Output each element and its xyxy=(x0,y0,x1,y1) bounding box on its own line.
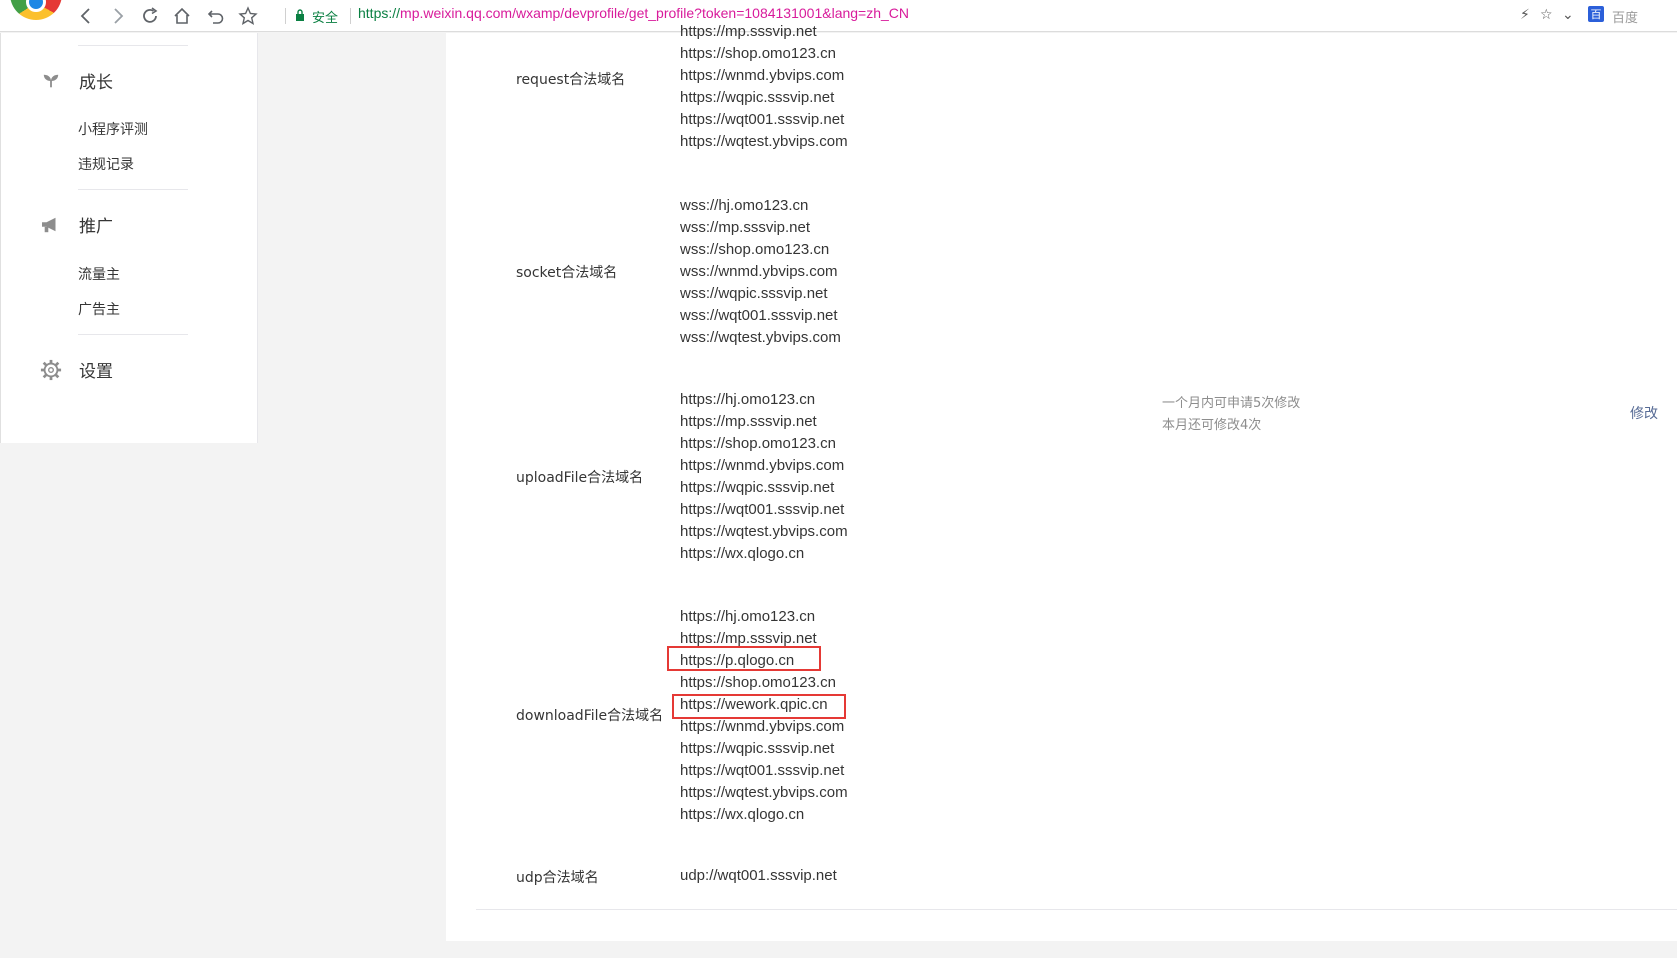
domain-item: udp://wqt001.sssvip.net xyxy=(680,867,837,884)
domain-item: https://wqpic.sssvip.net xyxy=(680,479,835,496)
domain-item: https://wx.qlogo.cn xyxy=(680,545,805,562)
sidebar-divider xyxy=(78,45,188,46)
url-separator xyxy=(350,8,351,24)
domain-item: https://mp.sssvip.net xyxy=(680,413,817,430)
sidebar-section-label: 成长 xyxy=(79,73,113,93)
address-separator xyxy=(285,8,286,24)
sidebar-item-traffic-owner[interactable]: 流量主 xyxy=(78,264,120,284)
sidebar: 成长 小程序评测 违规记录 推广 流量主 广告主 设置 xyxy=(0,33,258,443)
paw-icon[interactable]: 百 xyxy=(1588,6,1604,22)
domain-item: https://wx.qlogo.cn xyxy=(680,806,805,823)
domain-item: https://shop.omo123.cn xyxy=(680,435,836,452)
sidebar-section-label: 推广 xyxy=(79,217,113,237)
domain-item: wss://wqt001.sssvip.net xyxy=(680,307,838,324)
megaphone-icon xyxy=(39,213,63,237)
secure-label: 安全 xyxy=(312,11,339,26)
upload-domain-list: https://hj.omo123.cn https://mp.sssvip.n… xyxy=(680,389,848,565)
limit-note: 一个月内可申请5次修改 xyxy=(1162,396,1301,411)
domain-item: https://wqtest.ybvips.com xyxy=(680,523,848,540)
forward-icon[interactable] xyxy=(106,4,130,28)
search-engine-label[interactable]: 百度 xyxy=(1612,7,1638,26)
url-path: mp.weixin.qq.com/wxamp/devprofile/get_pr… xyxy=(400,5,910,21)
gear-icon xyxy=(39,358,63,382)
domain-item: wss://hj.omo123.cn xyxy=(680,197,809,214)
domain-item: https://wqtest.ybvips.com xyxy=(680,784,848,801)
domain-item: https://wnmd.ybvips.com xyxy=(680,67,845,84)
domain-item: https://mp.sssvip.net xyxy=(680,23,817,40)
lock-icon xyxy=(296,9,304,21)
sprout-icon xyxy=(39,69,63,93)
domain-item: https://wqpic.sssvip.net xyxy=(680,740,835,757)
chrome-logo-icon xyxy=(10,0,62,20)
socket-domain-label: socket合法域名 xyxy=(516,265,618,281)
domain-item: https://wqpic.sssvip.net xyxy=(680,89,835,106)
udp-domain-label: udp合法域名 xyxy=(516,870,599,886)
bookmark-star-icon[interactable] xyxy=(236,4,260,28)
upload-domain-label: uploadFile合法域名 xyxy=(516,470,644,486)
domain-settings-panel: request合法域名 https://mp.sssvip.net https:… xyxy=(446,23,1677,941)
request-domain-label: request合法域名 xyxy=(516,72,626,88)
lightning-icon[interactable]: ⚡ xyxy=(1520,7,1530,23)
domain-item: https://wqtest.ybvips.com xyxy=(680,133,848,150)
domain-item: https://shop.omo123.cn xyxy=(680,45,836,62)
domain-item: https://shop.omo123.cn xyxy=(680,674,836,691)
domain-item: wss://wqpic.sssvip.net xyxy=(680,285,828,302)
domain-item: https://wqt001.sssvip.net xyxy=(680,111,845,128)
domain-item: https://wnmd.ybvips.com xyxy=(680,718,845,735)
domain-item: wss://shop.omo123.cn xyxy=(680,241,830,258)
sidebar-section-growth[interactable]: 成长 xyxy=(39,68,113,93)
modify-link[interactable]: 修改 xyxy=(1630,403,1658,423)
download-domain-label: downloadFile合法域名 xyxy=(516,708,664,724)
domain-item: https://wnmd.ybvips.com xyxy=(680,457,845,474)
sidebar-section-promotion[interactable]: 推广 xyxy=(39,212,113,237)
domain-item: wss://mp.sssvip.net xyxy=(680,219,811,236)
highlight-box xyxy=(672,694,846,719)
limit-note: 本月还可修改4次 xyxy=(1162,418,1262,433)
domain-item: https://wqt001.sssvip.net xyxy=(680,501,845,518)
address-bar[interactable]: https://mp.weixin.qq.com/wxamp/devprofil… xyxy=(358,5,909,21)
undo-close-tab-icon[interactable] xyxy=(204,4,228,28)
highlight-box xyxy=(667,646,821,671)
star-icon[interactable]: ☆ xyxy=(1540,7,1553,23)
chevron-down-icon[interactable]: ⌄ xyxy=(1562,7,1574,23)
domain-item: https://hj.omo123.cn xyxy=(680,608,816,625)
domain-item: https://wqt001.sssvip.net xyxy=(680,762,845,779)
modify-limit-notes: 一个月内可申请5次修改 本月还可修改4次 xyxy=(1162,393,1300,437)
section-divider xyxy=(476,909,1677,910)
socket-domain-list: wss://hj.omo123.cn wss://mp.sssvip.net w… xyxy=(680,195,841,349)
request-domain-list: https://mp.sssvip.net https://shop.omo12… xyxy=(680,21,848,153)
udp-domain-list: udp://wqt001.sssvip.net xyxy=(680,865,837,887)
sidebar-section-label: 设置 xyxy=(79,362,113,382)
sidebar-section-settings[interactable]: 设置 xyxy=(39,357,113,382)
domain-item: wss://wqtest.ybvips.com xyxy=(680,329,841,346)
domain-item: https://hj.omo123.cn xyxy=(680,391,816,408)
sidebar-item-advertiser[interactable]: 广告主 xyxy=(78,299,120,319)
url-scheme: https:// xyxy=(358,5,401,21)
back-icon[interactable] xyxy=(74,4,98,28)
reload-icon[interactable] xyxy=(138,4,162,28)
sidebar-item-evaluation[interactable]: 小程序评测 xyxy=(78,119,148,139)
domain-item: wss://wnmd.ybvips.com xyxy=(680,263,838,280)
sidebar-divider xyxy=(78,334,188,335)
home-icon[interactable] xyxy=(170,4,194,28)
sidebar-item-violations[interactable]: 违规记录 xyxy=(78,154,134,174)
sidebar-divider xyxy=(78,189,188,190)
